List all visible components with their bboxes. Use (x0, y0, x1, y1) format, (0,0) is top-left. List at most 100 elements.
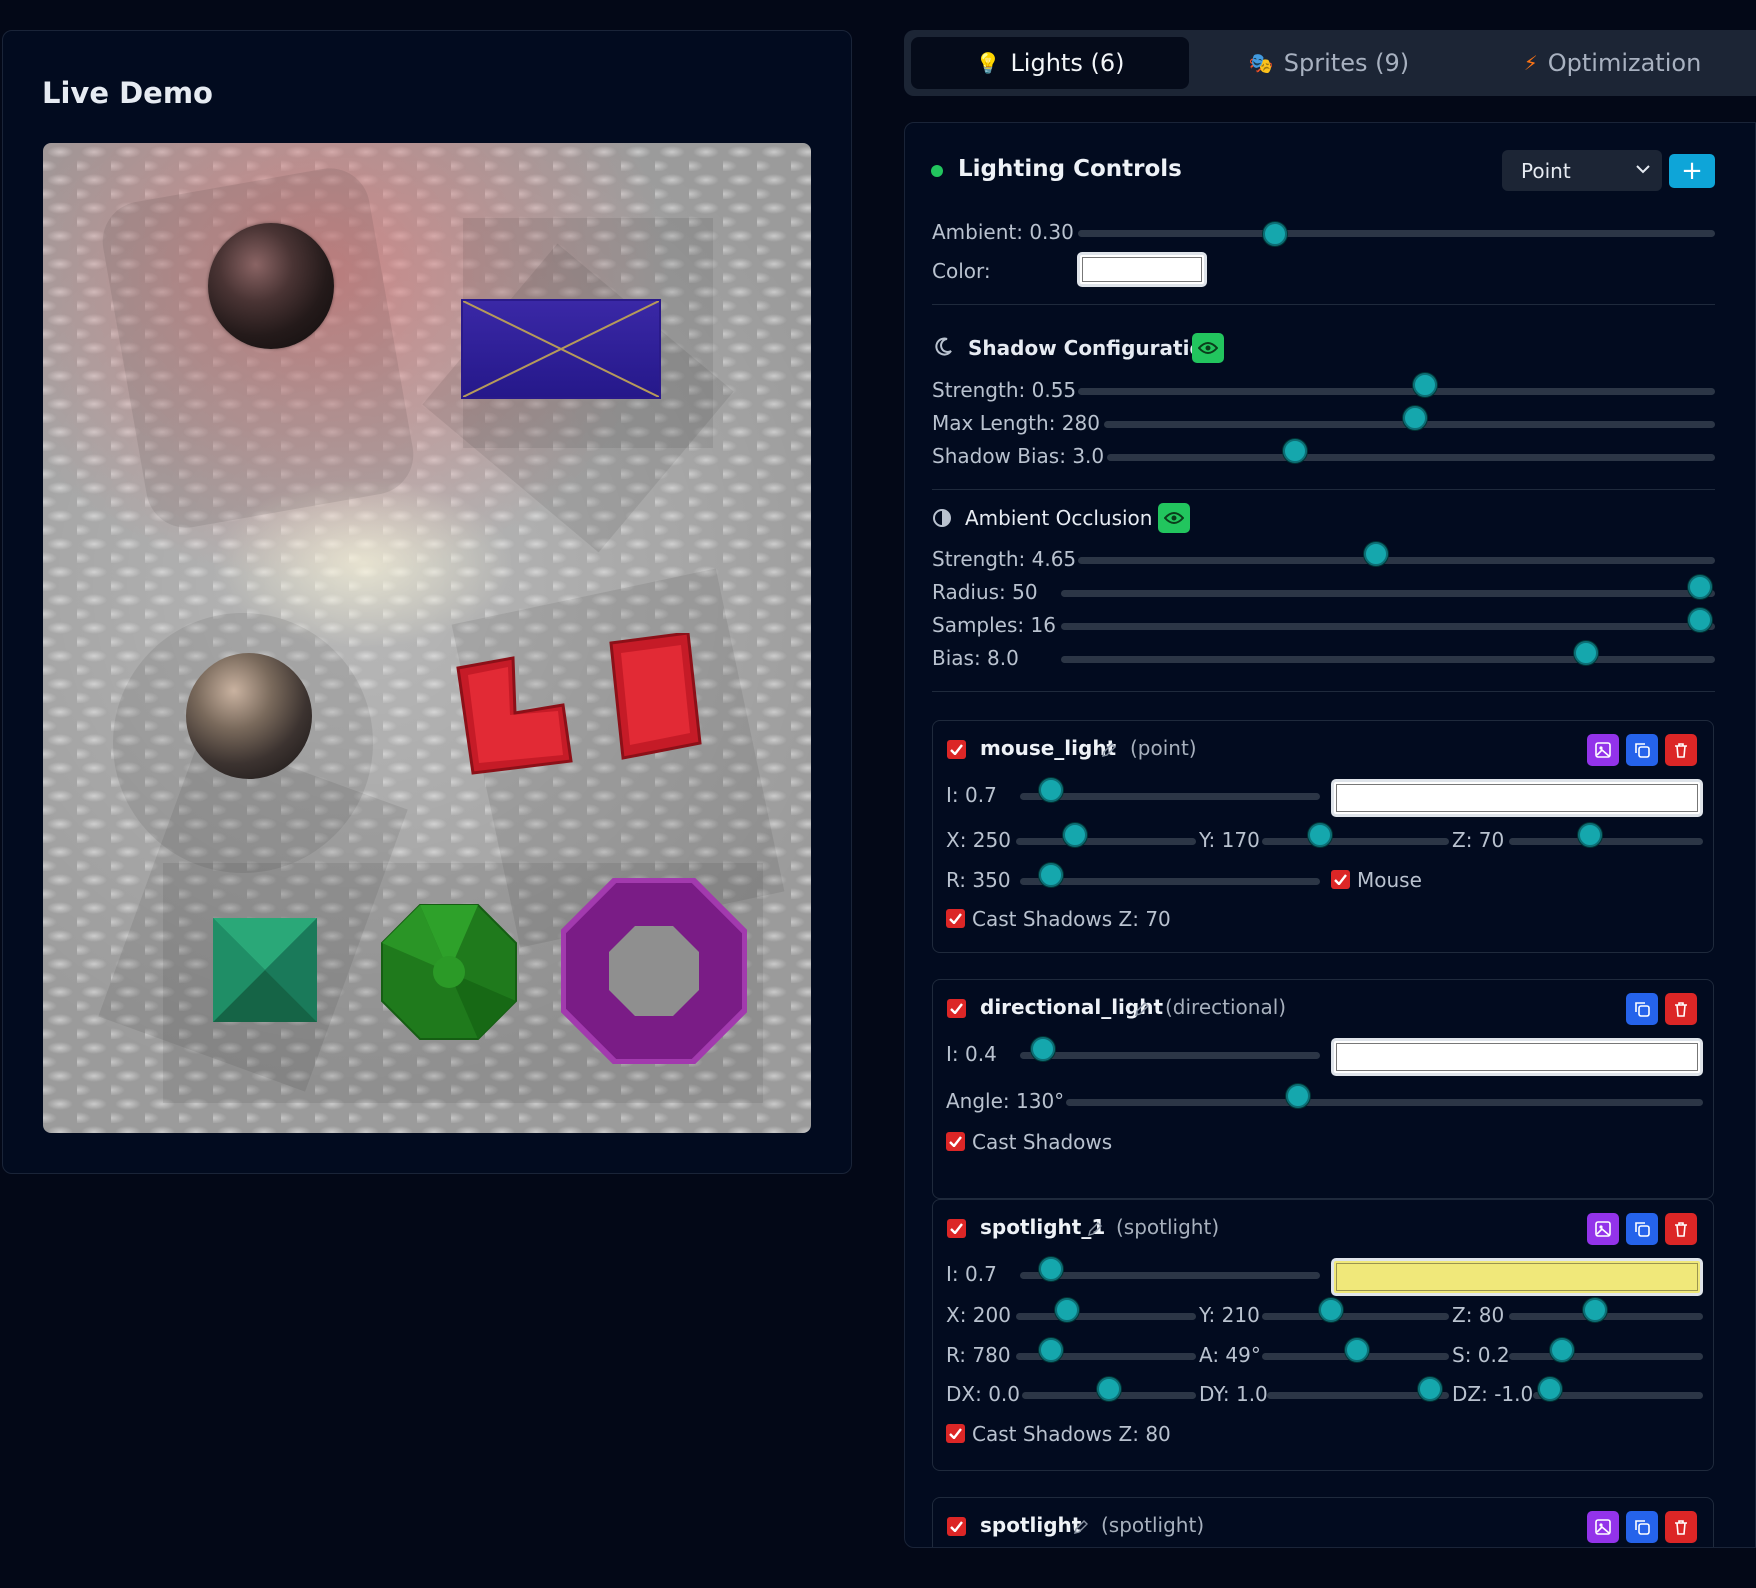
tab-sprites[interactable]: 🎭 Sprites (9) (1189, 37, 1469, 89)
softness-thumb[interactable] (1550, 1338, 1574, 1362)
range-thumb[interactable] (1039, 1338, 1063, 1362)
delete-light-button[interactable] (1665, 1511, 1697, 1543)
duplicate-light-button[interactable] (1626, 1511, 1658, 1543)
intensity-thumb[interactable] (1039, 1257, 1063, 1281)
y-thumb[interactable] (1319, 1298, 1343, 1322)
pencil-icon[interactable] (1087, 1221, 1103, 1237)
y-slider[interactable] (1262, 838, 1449, 845)
x-thumb[interactable] (1055, 1298, 1079, 1322)
intensity-thumb[interactable] (1031, 1037, 1055, 1061)
y-thumb[interactable] (1308, 823, 1332, 847)
green-octagon-sprite[interactable] (380, 903, 518, 1041)
z-thumb[interactable] (1578, 823, 1602, 847)
duplicate-light-button[interactable] (1626, 734, 1658, 766)
light-enabled-checkbox[interactable] (947, 1219, 966, 1238)
duplicate-light-button[interactable] (1626, 993, 1658, 1025)
dy-thumb[interactable] (1418, 1377, 1442, 1401)
red-l-block-sprite[interactable] (453, 643, 593, 783)
lighting-controls-title: Lighting Controls (958, 156, 1182, 182)
intensity-slider[interactable] (1020, 1052, 1320, 1059)
light-color-swatch[interactable] (1331, 1038, 1703, 1076)
x-slider[interactable] (1016, 1313, 1196, 1320)
radius-slider[interactable] (1020, 878, 1320, 885)
delete-light-button[interactable] (1665, 734, 1697, 766)
dx-thumb[interactable] (1097, 1377, 1121, 1401)
ambient-slider[interactable] (1078, 230, 1715, 237)
ao-bias-thumb[interactable] (1574, 641, 1598, 665)
purple-ring-sprite[interactable] (561, 878, 747, 1064)
z-slider[interactable] (1509, 838, 1703, 845)
ao-samples-thumb[interactable] (1688, 608, 1712, 632)
ao-radius-slider[interactable] (1061, 590, 1715, 597)
checkmark-icon (950, 1003, 963, 1014)
angle-thumb[interactable] (1345, 1338, 1369, 1362)
light-enabled-checkbox[interactable] (947, 999, 966, 1018)
ao-strength-slider[interactable] (1078, 557, 1715, 564)
shadow-strength-slider[interactable] (1078, 388, 1715, 395)
ao-bias-label: Bias: 8.0 (932, 646, 1019, 670)
shadow-configuration-title: Shadow Configuration (968, 336, 1218, 360)
angle-slider[interactable] (1066, 1099, 1703, 1106)
copy-icon (1635, 1222, 1650, 1237)
shadow-bias-slider[interactable] (1107, 454, 1715, 461)
light-color-swatch[interactable] (1331, 779, 1703, 817)
range-label: R: 780 (946, 1343, 1011, 1367)
light-color-swatch[interactable] (1331, 1258, 1703, 1296)
tab-lights[interactable]: 💡 Lights (6) (911, 37, 1189, 89)
set-image-button[interactable] (1587, 734, 1619, 766)
moon-icon (935, 337, 952, 356)
ao-visibility-toggle[interactable] (1158, 503, 1190, 533)
x-slider[interactable] (1016, 838, 1196, 845)
delete-light-button[interactable] (1665, 1213, 1697, 1245)
sphere-sprite-dark[interactable] (208, 223, 334, 349)
ao-samples-slider[interactable] (1061, 623, 1715, 630)
pencil-icon[interactable] (1134, 1001, 1150, 1017)
intensity-slider[interactable] (1020, 1272, 1320, 1279)
mouse-follow-checkbox[interactable] (1331, 870, 1350, 889)
softness-slider[interactable] (1509, 1353, 1703, 1360)
angle-thumb[interactable] (1286, 1084, 1310, 1108)
pencil-icon[interactable] (1073, 1519, 1089, 1535)
intensity-thumb[interactable] (1039, 778, 1063, 802)
shadow-visibility-toggle[interactable] (1192, 333, 1224, 363)
dz-thumb[interactable] (1538, 1377, 1562, 1401)
ao-radius-thumb[interactable] (1688, 575, 1712, 599)
x-thumb[interactable] (1063, 823, 1087, 847)
shadow-bias-thumb[interactable] (1283, 439, 1307, 463)
light-type-select[interactable]: Point (1502, 150, 1662, 191)
cast-shadows-checkbox[interactable] (946, 1424, 965, 1443)
cast-shadows-checkbox[interactable] (946, 1132, 965, 1151)
ambient-color-swatch[interactable] (1077, 252, 1207, 287)
red-block-sprite[interactable] (608, 633, 708, 768)
add-light-button[interactable]: + (1669, 154, 1715, 188)
blue-rect-sprite[interactable] (461, 299, 661, 399)
z-thumb[interactable] (1583, 1298, 1607, 1322)
light-type-label: (point) (1130, 736, 1197, 760)
cast-shadows-checkbox[interactable] (946, 909, 965, 928)
radius-thumb[interactable] (1039, 863, 1063, 887)
image-icon (1595, 1519, 1611, 1535)
set-image-button[interactable] (1587, 1511, 1619, 1543)
tab-optimization[interactable]: ⚡ Optimization (1469, 37, 1756, 89)
set-image-button[interactable] (1587, 1213, 1619, 1245)
light-card-directional-light: directional_light (directional) I: 0.4 A… (932, 979, 1714, 1199)
light-enabled-checkbox[interactable] (947, 1517, 966, 1536)
duplicate-light-button[interactable] (1626, 1213, 1658, 1245)
light-card-spotlight: spotlight (spotlight) (932, 1497, 1714, 1547)
ao-strength-thumb[interactable] (1364, 542, 1388, 566)
pencil-icon[interactable] (1101, 742, 1117, 758)
ao-bias-slider[interactable] (1061, 656, 1715, 663)
ambient-slider-thumb[interactable] (1263, 222, 1287, 246)
checkmark-icon (949, 913, 962, 924)
intensity-slider[interactable] (1020, 793, 1320, 800)
shadow-strength-thumb[interactable] (1413, 373, 1437, 397)
delete-light-button[interactable] (1665, 993, 1697, 1025)
teal-square-sprite[interactable] (213, 918, 317, 1022)
lighting-canvas[interactable] (43, 143, 811, 1133)
y-slider[interactable] (1262, 1313, 1449, 1320)
image-icon (1595, 742, 1611, 758)
sphere-sprite-light[interactable] (186, 653, 312, 779)
max-length-thumb[interactable] (1403, 406, 1427, 430)
intensity-label: I: 0.7 (946, 783, 997, 807)
light-enabled-checkbox[interactable] (947, 740, 966, 759)
